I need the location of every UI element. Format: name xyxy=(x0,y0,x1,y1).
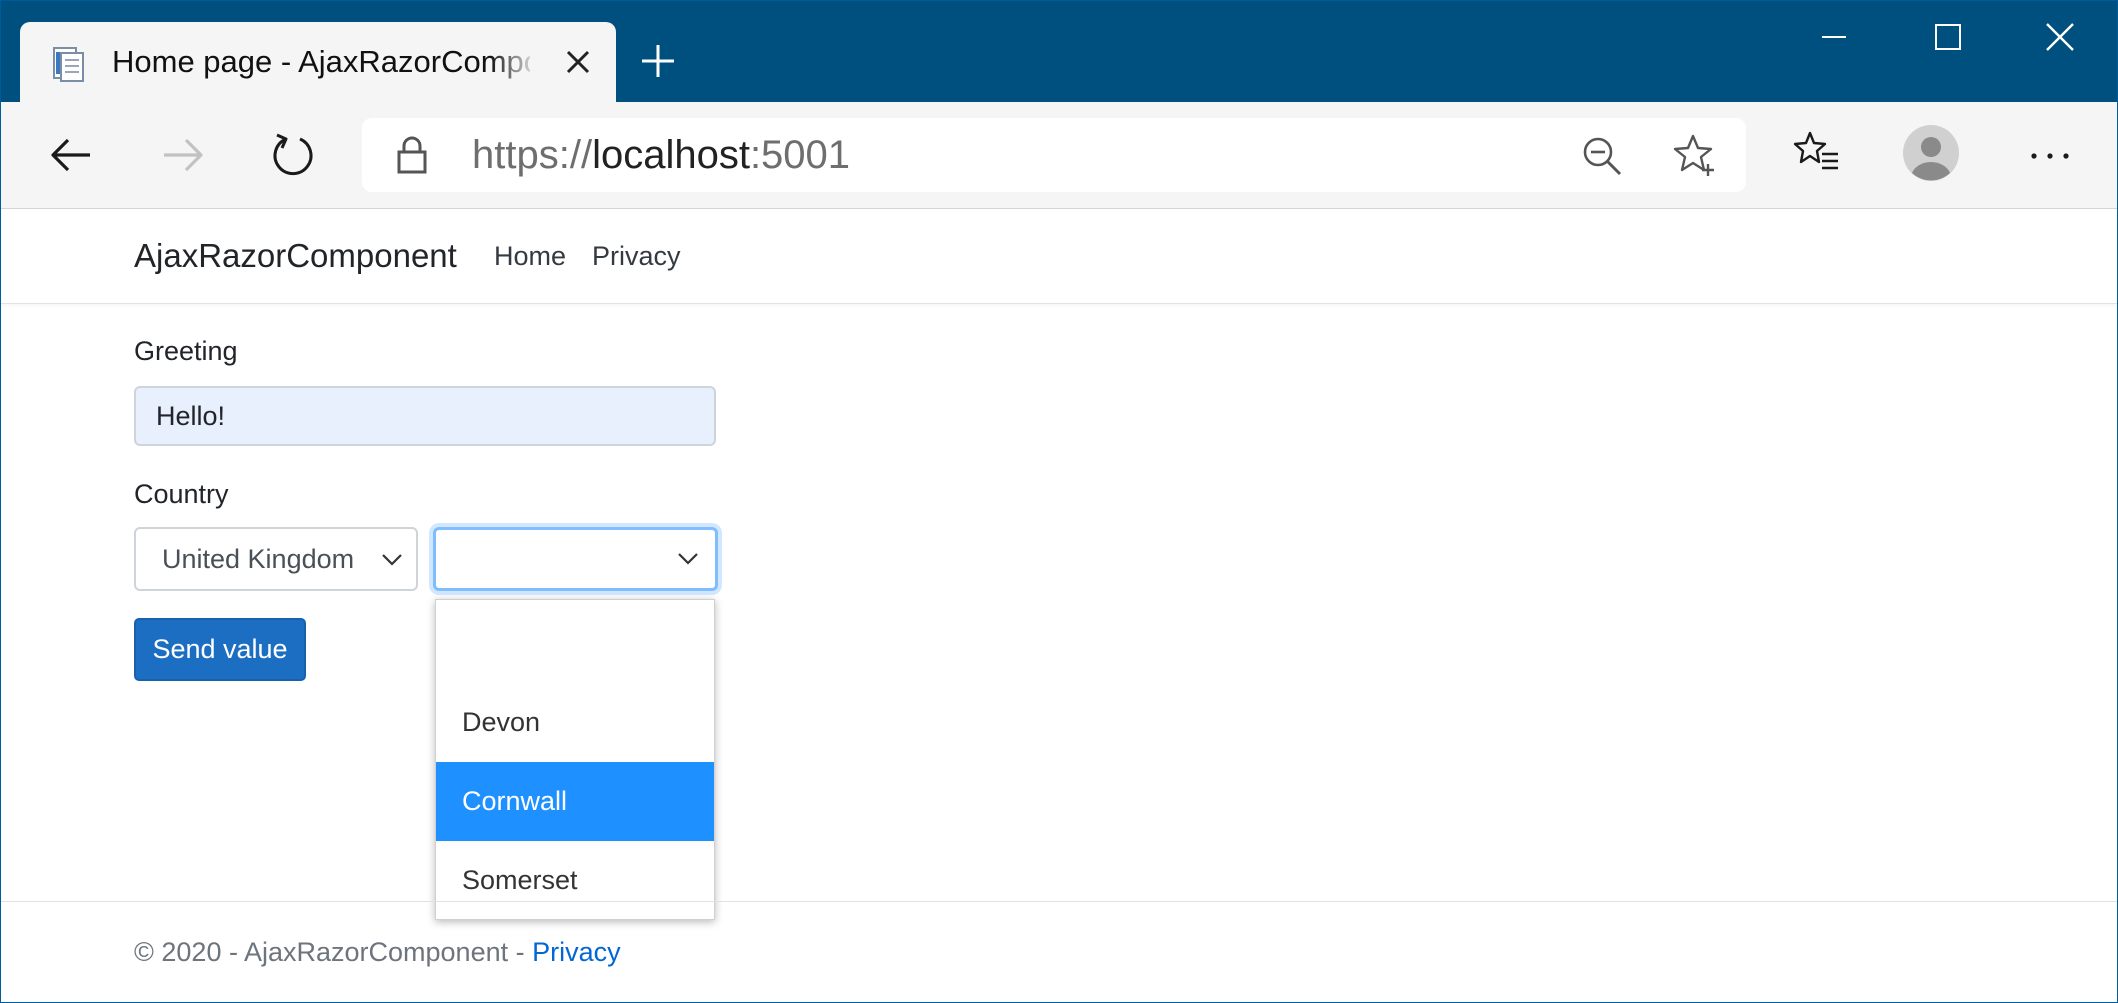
profile-icon[interactable] xyxy=(1902,124,1960,182)
country-label: Country xyxy=(134,479,229,509)
brand-link[interactable]: AjaxRazorComponent xyxy=(134,209,457,303)
chevron-down-icon xyxy=(676,546,700,570)
tab-title-fade xyxy=(490,38,550,86)
footer-copyright: © 2020 - AjaxRazorComponent - xyxy=(134,937,533,967)
page-icon xyxy=(48,44,88,84)
add-favorite-icon[interactable] xyxy=(1672,132,1718,178)
browser-toolbar: https://localhost:5001 xyxy=(0,102,2118,209)
lock-icon xyxy=(392,134,432,176)
site-navbar: AjaxRazorComponent Home Privacy xyxy=(0,209,2118,304)
more-icon[interactable] xyxy=(2022,128,2078,184)
url-scheme: https:// xyxy=(472,133,593,177)
footer-privacy-link[interactable]: Privacy xyxy=(532,937,621,967)
forward-arrow-icon[interactable] xyxy=(154,127,210,183)
send-value-button[interactable]: Send value xyxy=(134,618,306,681)
nav-link-privacy[interactable]: Privacy xyxy=(592,209,681,303)
close-icon[interactable] xyxy=(558,42,598,82)
greeting-label: Greeting xyxy=(134,336,238,366)
region-option-cornwall[interactable]: Cornwall xyxy=(436,762,714,841)
region-option-devon[interactable]: Devon xyxy=(436,683,714,762)
footer-divider xyxy=(0,901,2118,902)
back-arrow-icon[interactable] xyxy=(44,127,100,183)
title-bar: Home page - AjaxRazorComponent xyxy=(0,0,2118,102)
footer: © 2020 - AjaxRazorComponent - Privacy xyxy=(134,937,621,968)
zoom-out-icon[interactable] xyxy=(1580,134,1624,178)
nav-link-home[interactable]: Home xyxy=(494,209,566,303)
greeting-input[interactable] xyxy=(134,386,716,446)
plus-icon[interactable] xyxy=(637,40,679,82)
refresh-icon[interactable] xyxy=(264,127,320,183)
region-option-blank[interactable] xyxy=(436,604,714,683)
region-option-somerset[interactable]: Somerset xyxy=(436,841,714,920)
tab-title: Home page - AjaxRazorComponent xyxy=(112,44,530,79)
url-host: localhost xyxy=(592,133,750,177)
window-close-icon[interactable] xyxy=(2036,18,2084,58)
region-dropdown-list[interactable]: Devon Cornwall Somerset xyxy=(435,599,715,920)
country-select[interactable]: United Kingdom xyxy=(134,527,418,591)
region-select[interactable] xyxy=(433,527,718,591)
browser-tab[interactable]: Home page - AjaxRazorComponent xyxy=(20,22,616,102)
country-select-value: United Kingdom xyxy=(162,544,355,574)
address-bar[interactable]: https://localhost:5001 xyxy=(362,118,1746,192)
maximize-icon[interactable] xyxy=(1924,18,1972,58)
minimize-icon[interactable] xyxy=(1810,18,1858,58)
favorites-icon[interactable] xyxy=(1792,128,1840,176)
url-port: :5001 xyxy=(749,133,851,177)
url-text[interactable]: https://localhost:5001 xyxy=(472,118,850,192)
chevron-down-icon xyxy=(380,547,404,571)
